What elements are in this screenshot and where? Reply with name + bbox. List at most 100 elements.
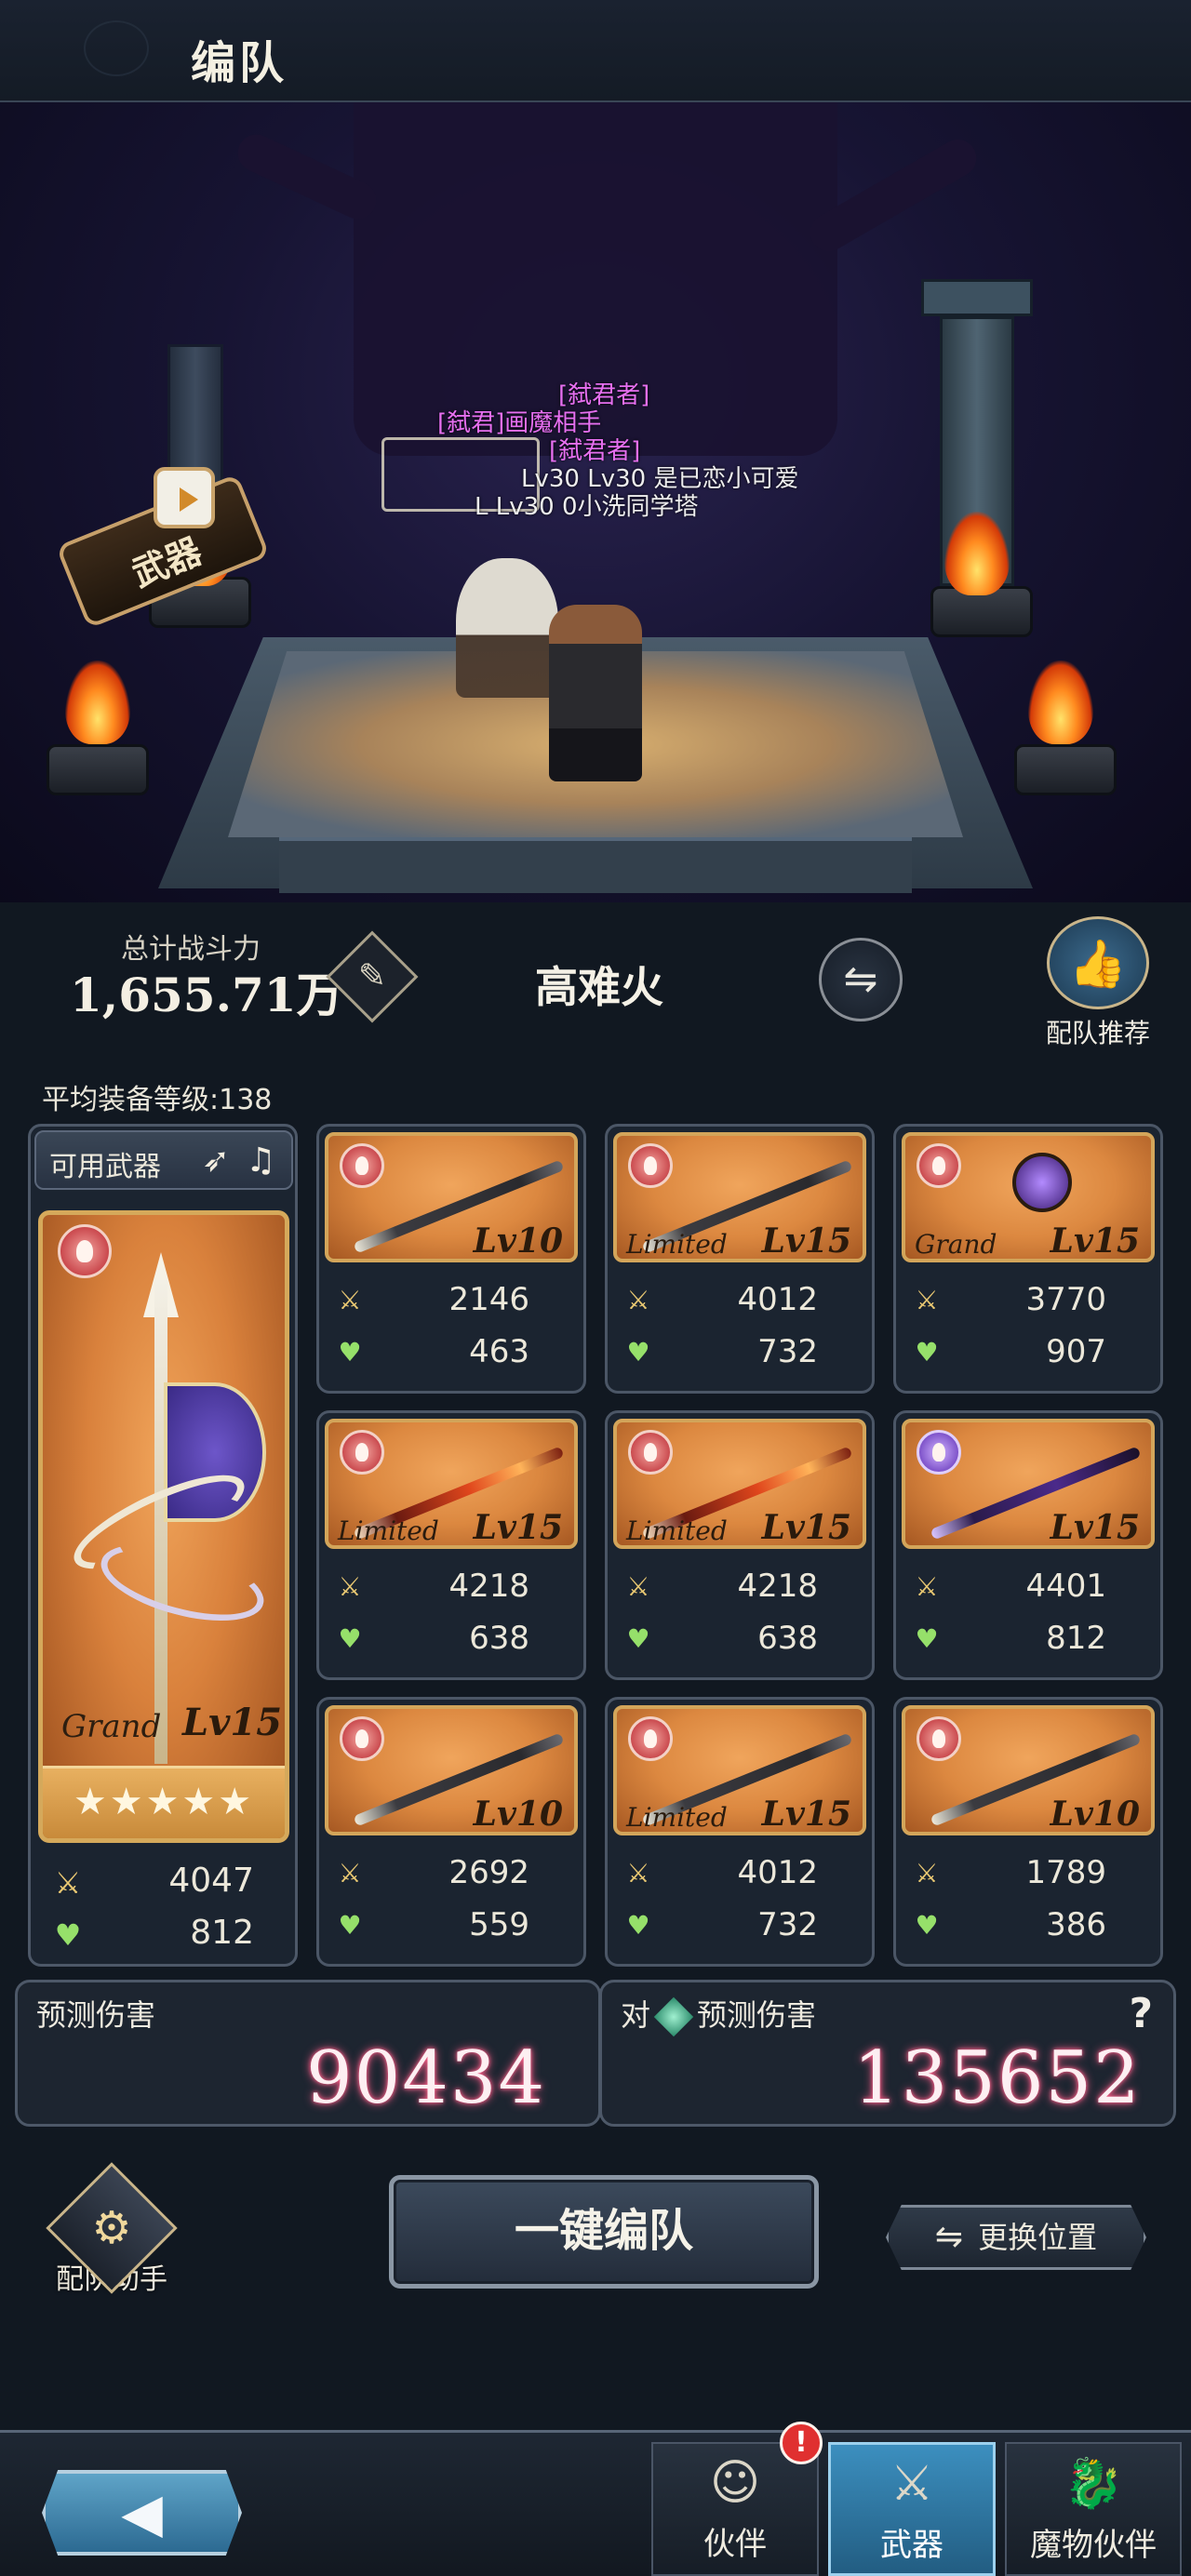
weapon-rarity: Limited [626,1802,728,1833]
change-position-label: 更换位置 [978,2220,1098,2255]
heart-icon: ♥ [338,1623,362,1654]
attack-stat: ⚔ 4401 [907,1568,1151,1608]
weapon-level: Lv15 [761,1508,851,1547]
attack-value: 3770 [1025,1281,1106,1318]
weapon-card[interactable]: Lv10 ⚔ 2692 ♥ 559 [316,1697,586,1967]
weapon-card[interactable]: Lv10 ⚔ 1789 ♥ 386 [893,1697,1163,1967]
available-weapons-header[interactable]: 可用武器 ➶ ♫ [34,1130,293,1190]
hp-value: 812 [1046,1620,1106,1657]
attack-stat: ⚔ 4012 [619,1281,863,1322]
attack-value: 4401 [1025,1568,1106,1605]
weapon-level: Lv15 [761,1795,851,1834]
star-rating: ★★★★★ [43,1766,285,1838]
gear-icon: ⚙ [91,2202,132,2254]
weapon-card[interactable]: Limited Lv15 ⚔ 4012 ♥ 732 [605,1697,875,1967]
attack-icon: ⚔ [915,1571,939,1602]
attack-stat: ⚔ 3770 [907,1281,1151,1322]
spear-icon: ➶ [202,1141,231,1180]
weapon-card[interactable]: Grand Lv15 ⚔ 3770 ♥ 907 [893,1124,1163,1394]
switch-team-button[interactable]: ⇋ [819,938,903,1021]
hp-stat: ♥ 638 [330,1620,574,1661]
main-weapon-card[interactable]: Grand Lv15 ★★★★★ [38,1210,289,1843]
hp-stat: ♥ 812 [907,1620,1151,1661]
attack-icon: ⚔ [915,1285,939,1315]
weapon-art: Limited Lv15 [613,1419,866,1549]
back-button[interactable]: ◀ [42,2470,242,2556]
weapon-level: Lv10 [473,1795,563,1834]
weapon-mode-badge[interactable]: 武器 [55,467,279,629]
attack-value: 4218 [737,1568,818,1605]
harp-icon: ♫ [246,1141,276,1180]
fire-element-icon [340,1716,384,1761]
elemental-damage-box: 对 预测伤害 ? 135652 [599,1980,1176,2127]
character-sprite-player[interactable] [549,605,642,781]
attack-value: 4012 [737,1854,818,1891]
weapon-art: Limited Lv15 [613,1132,866,1262]
fire-element-icon [628,1430,673,1475]
monster-icon: 🐉 [1063,2456,1124,2512]
pillar-cap [921,279,1033,316]
character-nameplates: [弑君者] [弑君]画魔相手 [弑君者] Lv30 Lv30 是已恋小可爱 L … [437,381,798,521]
attack-stat: ⚔ 4218 [619,1568,863,1608]
heart-icon: ♥ [338,1337,362,1368]
heart-icon: ♥ [338,1910,362,1941]
hp-value: 907 [1046,1333,1106,1370]
nameplate-name: L Lv30 0小洗同学塔 [475,493,699,521]
team-name: 高难火 [535,962,663,1012]
attack-value: 4012 [737,1281,818,1318]
help-button[interactable]: ? [1129,1990,1153,2037]
character-sprite-companion[interactable] [456,558,558,698]
weapon-card[interactable]: Limited Lv15 ⚔ 4218 ♥ 638 [316,1410,586,1680]
header-bar: 编队 [0,0,1191,102]
attack-stat: ⚔ 4218 [330,1568,574,1608]
nameplate-name: Lv30 Lv30 是已恋小可爱 [521,465,799,493]
weapon-level: Lv15 [1050,1508,1140,1547]
weapon-art: Lv10 [325,1705,578,1835]
hp-stat: ♥ 559 [330,1906,574,1947]
auto-team-button[interactable]: 一键编队 [389,2175,819,2289]
dark-element-icon [917,1430,961,1475]
fire-element-icon [917,1716,961,1761]
hp-stat: ♥ 732 [619,1333,863,1374]
hp-stat: ♥ 638 [619,1620,863,1661]
hp-stat: ♥ 463 [330,1333,574,1374]
weapon-art: Lv10 [902,1705,1155,1835]
fire-flame [1028,661,1093,744]
weapon-card[interactable]: Limited Lv15 ⚔ 4218 ♥ 638 [605,1410,875,1680]
platform-steps [279,837,912,893]
attack-value: 4218 [448,1568,529,1605]
weapon-rarity: Limited [338,1515,439,1546]
team-recommend-button[interactable]: 👍 配队推荐 [1037,916,1158,1048]
elemental-damage-value: 135652 [853,2036,1142,2120]
fire-element-icon [628,1716,673,1761]
weapon-card[interactable]: Lv10 ⚔ 2146 ♥ 463 [316,1124,586,1394]
total-power-value: 1,655.71万 [70,968,343,1022]
tab-weapon[interactable]: ⚔ 武器 [828,2442,996,2576]
versus-prefix: 对 [621,1997,651,2033]
hp-value: 638 [757,1620,818,1657]
attack-icon: ⚔ [915,1858,939,1889]
change-position-button[interactable]: ⇋ 更换位置 [886,2205,1146,2270]
attack-icon: ⚔ [626,1285,650,1315]
tab-label: 魔物伙伴 [1030,2527,1157,2564]
feather-icon: ✎ [357,957,387,995]
weapon-card[interactable]: Limited Lv15 ⚔ 4012 ♥ 732 [605,1124,875,1394]
elemental-damage-label: 对 预测伤害 [621,1992,816,2037]
heart-icon: ♥ [626,1910,650,1941]
fire-element-icon [628,1143,673,1188]
fire-flame [65,661,130,744]
battle-scene: [弑君者] [弑君]画魔相手 [弑君者] Lv30 Lv30 是已恋小可爱 L … [0,102,1191,902]
predicted-damage-box: 预测伤害 90434 [15,1980,601,2127]
weapon-level: Lv15 [1050,1221,1140,1261]
attack-icon: ⚔ [338,1858,362,1889]
heart-icon: ♥ [915,1623,939,1654]
attack-icon: ⚔ [626,1571,650,1602]
main-weapon-panel: 可用武器 ➶ ♫ Grand Lv15 ★★★★★ ⚔ 4047 ♥ 812 [28,1124,298,1967]
tab-monster-companion[interactable]: 🐉 魔物伙伴 [1005,2442,1182,2576]
hp-stat: ♥ 812 [49,1914,282,1960]
team-assistant-button[interactable]: ⚙ 配队助手 [37,2162,186,2312]
fire-element-icon [58,1224,112,1278]
swap-icon: ⇋ [934,2218,964,2256]
weapon-level: Lv15 [182,1701,283,1744]
weapon-card[interactable]: Lv15 ⚔ 4401 ♥ 812 [893,1410,1163,1680]
